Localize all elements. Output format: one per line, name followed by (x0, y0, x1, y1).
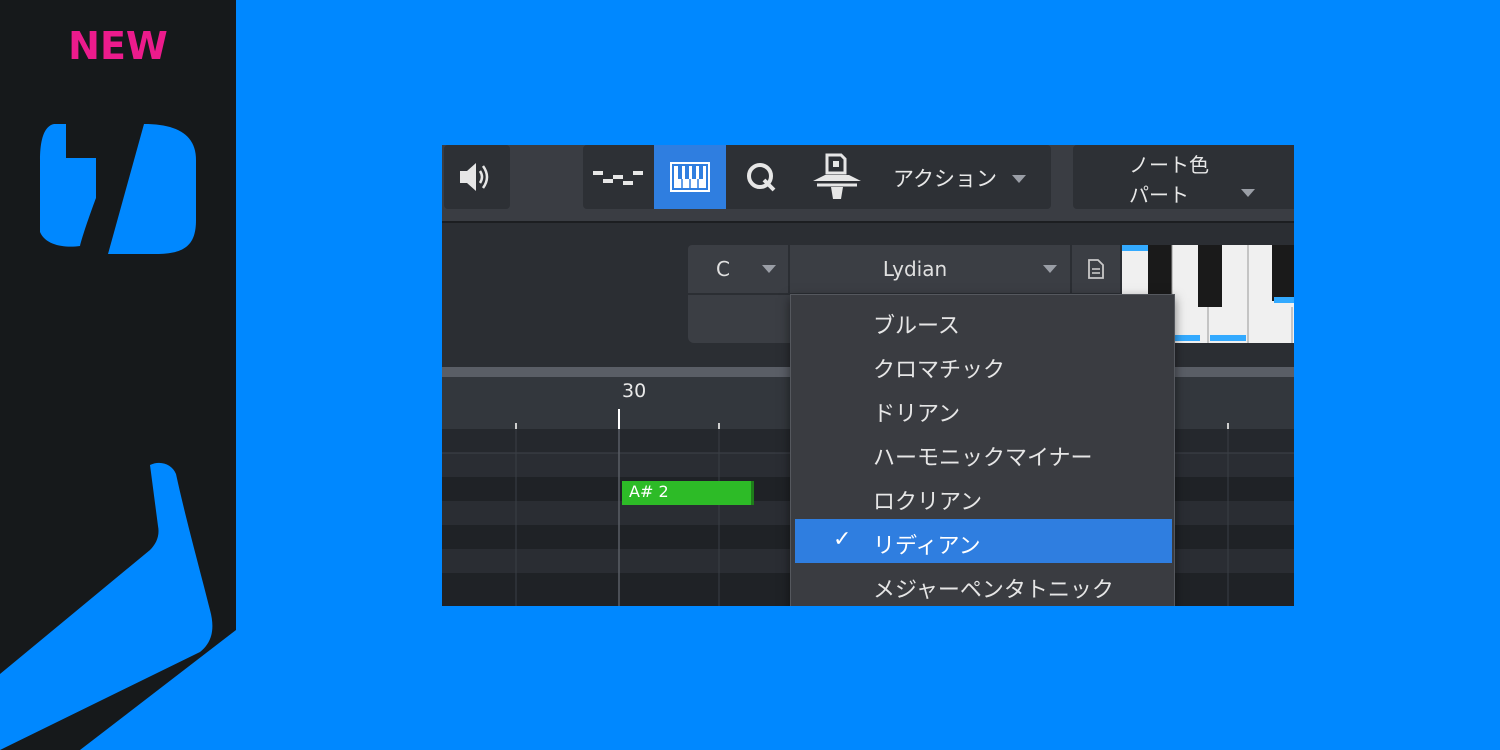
q-icon (747, 163, 776, 192)
menu-item-label: リディアン (873, 534, 981, 559)
checkmark-icon: ✓ (833, 527, 852, 552)
menu-item[interactable]: メジャーペンタトニック (791, 563, 1174, 606)
chevron-down-icon[interactable] (1043, 265, 1057, 273)
keyboard-tool-button[interactable] (654, 145, 726, 209)
tool-group: アクション (583, 145, 1051, 209)
scale-dropdown-menu: ブルース クロマチック ドリアン ハーモニックマイナー ロクリアン ✓ リディア… (790, 294, 1175, 606)
menu-item-selected[interactable]: ✓ リディアン (795, 519, 1172, 563)
step-line-icon (593, 171, 643, 185)
brand-panel: NEW (0, 0, 236, 750)
key-value: C (716, 257, 730, 281)
document-icon (1088, 259, 1104, 279)
menu-item[interactable]: ロクリアン (791, 475, 1174, 519)
scale-tool-button[interactable] (798, 145, 876, 209)
menu-item-label: ブルース (873, 314, 960, 339)
chevron-down-icon[interactable] (1012, 175, 1026, 183)
new-badge: NEW (68, 24, 168, 68)
note-color-label: ノート色 (1129, 153, 1209, 177)
chevron-down-icon[interactable] (762, 265, 776, 273)
menu-item[interactable]: ハーモニックマイナー (791, 431, 1174, 475)
piano-roll-editor: アクション ノート色 パート C Lydian 30 A# 2 ブルース クロマ… (442, 145, 1294, 606)
editor-toolbar: アクション ノート色 パート (442, 145, 1294, 223)
piano-keyboard-icon (670, 162, 710, 192)
scale-value: Lydian (882, 257, 948, 281)
note-color-value: パート (1129, 183, 1189, 207)
chevron-down-icon[interactable] (1241, 189, 1255, 197)
studio-one-logo-icon (40, 124, 196, 254)
scale-select[interactable]: Lydian (790, 245, 1070, 293)
midi-note[interactable]: A# 2 (622, 481, 754, 505)
speaker-button[interactable] (444, 145, 510, 209)
scale-document-button[interactable] (1072, 245, 1120, 293)
draw-line-tool-button[interactable] (583, 145, 653, 209)
key-select[interactable]: C (688, 245, 788, 293)
menu-item-label: ドリアン (873, 402, 961, 427)
menu-item[interactable]: クロマチック (791, 343, 1174, 387)
menu-item[interactable]: ドリアン (791, 387, 1174, 431)
speaker-icon (460, 163, 489, 191)
action-menu-label[interactable]: アクション (893, 163, 997, 193)
menu-item-label: ロクリアン (873, 490, 983, 515)
folder-scale-icon (813, 153, 861, 199)
quantize-tool-button[interactable] (728, 145, 794, 209)
note-label: A# 2 (629, 482, 669, 501)
brand-swoosh-graphic (0, 462, 236, 750)
menu-item-label: ハーモニックマイナー (873, 446, 1093, 471)
menu-item[interactable]: ブルース (791, 299, 1174, 343)
menu-item-label: メジャーペンタトニック (873, 578, 1114, 603)
note-color-select[interactable]: ノート色 パート (1073, 145, 1294, 209)
menu-item-label: クロマチック (873, 358, 1006, 383)
